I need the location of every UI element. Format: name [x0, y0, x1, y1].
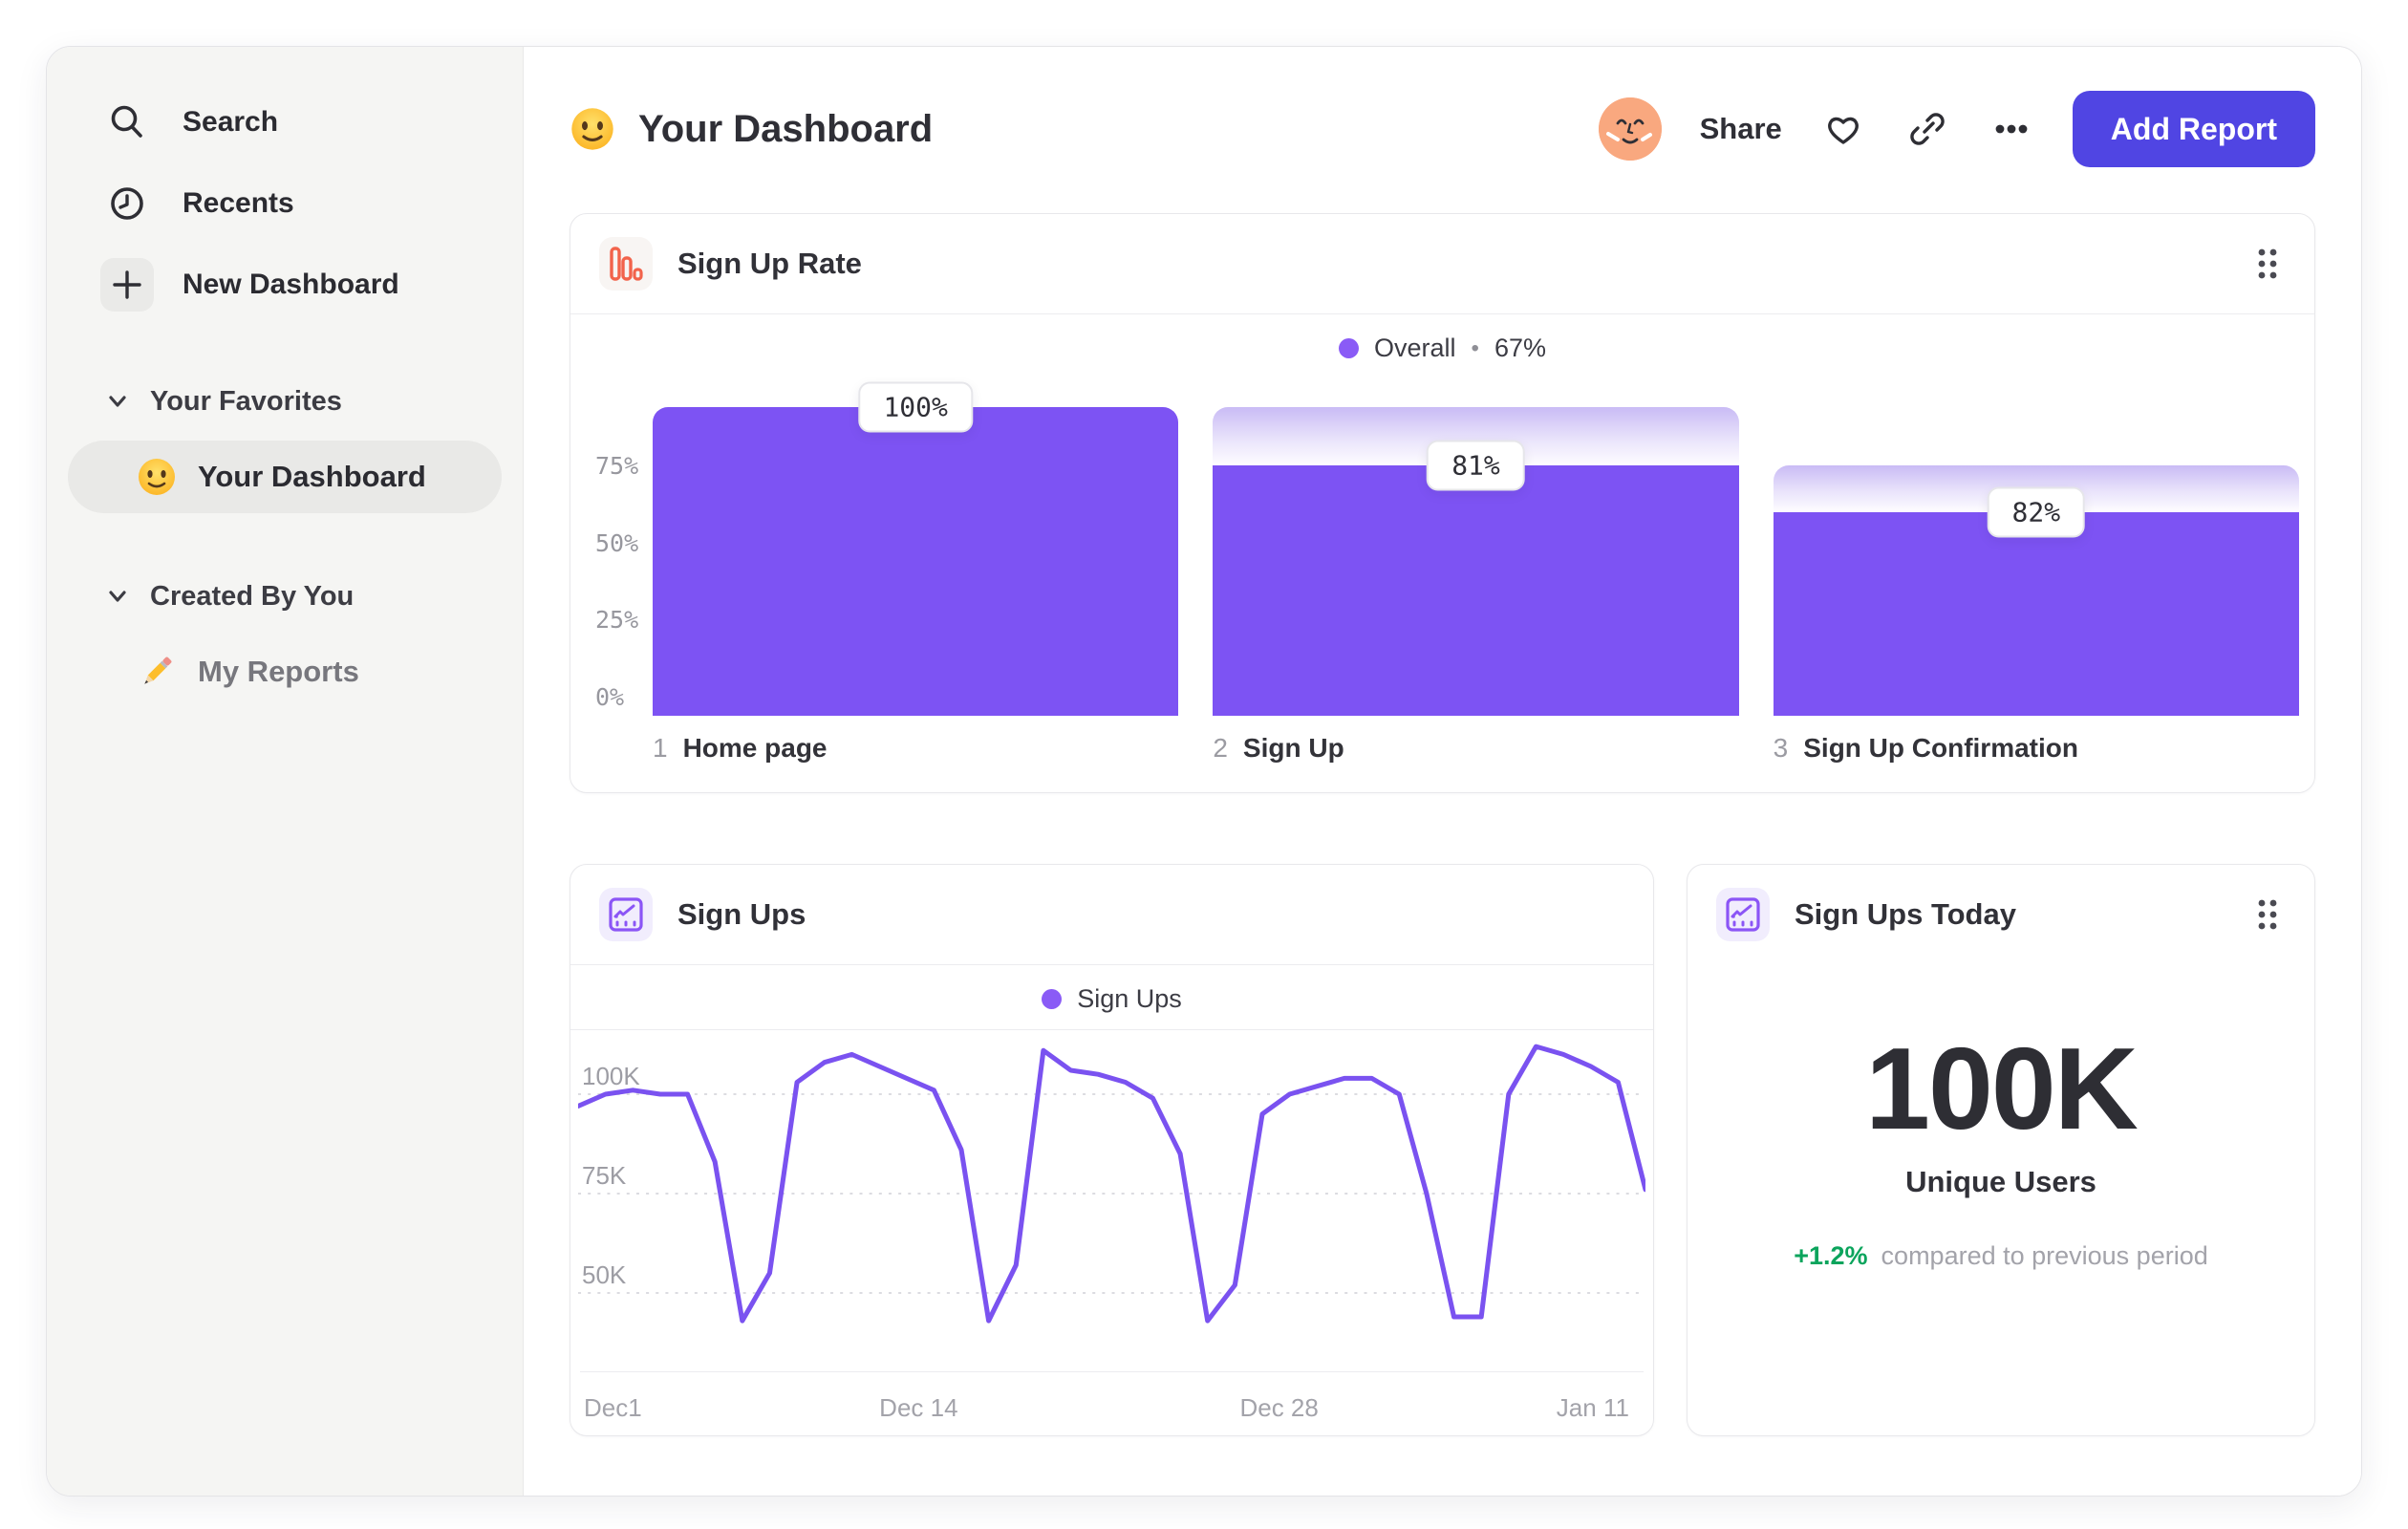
- bottom-row: Sign Ups Sign Ups 100K 75K 50K Dec1 Dec 14 D…: [570, 864, 2315, 1436]
- sidebar-item-label: New Dashboard: [183, 269, 399, 300]
- line-x-axis: Dec1 Dec 14 Dec 28 Jan 11: [584, 1382, 1640, 1435]
- funnel-step-label: 3 Sign Up Confirmation: [1773, 733, 2078, 763]
- funnel-converted-segment: [653, 407, 1179, 716]
- sidebar-item-label: Your Dashboard: [198, 460, 426, 493]
- line-legend[interactable]: Sign Ups: [570, 964, 1653, 1030]
- funnel-bar-step-3[interactable]: 82%: [1773, 407, 2299, 716]
- legend-separator: •: [1471, 334, 1479, 361]
- sidebar-item-new-dashboard[interactable]: New Dashboard: [62, 251, 507, 318]
- funnel-bar-step-1[interactable]: 100%: [653, 381, 1179, 716]
- metric-label: Unique Users: [1905, 1165, 2096, 1199]
- section-header-label: Your Favorites: [150, 385, 342, 417]
- funnel-x-axis: 1 Home page 2 Sign Up 3 Sign Up Confirmation: [653, 733, 2299, 792]
- x-axis-line: [580, 1371, 1644, 1372]
- funnel-value-tooltip: 81%: [1427, 440, 1525, 491]
- card-header: Sign Up Rate: [570, 214, 2314, 313]
- chevron-down-icon: [106, 585, 129, 608]
- legend-dot: [1042, 989, 1063, 1009]
- sidebar-item-label: Recents: [183, 187, 294, 219]
- bar-chart-icon: [599, 237, 653, 291]
- sign-up-rate-card: Sign Up Rate Overall • 67% 75% 50% 25% 0% 1…: [570, 213, 2315, 793]
- drag-handle-icon[interactable]: [2249, 892, 2286, 937]
- search-icon: [100, 96, 154, 149]
- card-title: Sign Ups: [677, 897, 806, 931]
- sidebar: Search Recents New Dashboard Your Favori…: [47, 47, 524, 1496]
- funnel-chart: 75% 50% 25% 0% 100% 81% 82%: [586, 381, 2299, 716]
- funnel-y-tick: 0%: [595, 683, 625, 711]
- created-by-you-section-header[interactable]: Created By You: [47, 572, 523, 620]
- funnel-y-tick: 25%: [595, 606, 639, 635]
- funnel-legend[interactable]: Overall • 67%: [570, 313, 2314, 378]
- smiley-emoji-icon: [137, 457, 177, 497]
- sidebar-item-your-dashboard[interactable]: Your Dashboard: [68, 441, 502, 513]
- line-x-tick: Dec1: [584, 1393, 642, 1422]
- sidebar-section-favorites: Your Favorites Your Dashboard: [47, 377, 523, 513]
- user-avatar[interactable]: [1598, 97, 1662, 161]
- add-report-button[interactable]: Add Report: [2072, 91, 2315, 167]
- funnel-converted-segment: [1213, 465, 1739, 716]
- sidebar-item-label: My Reports: [198, 655, 359, 688]
- line-chart-icon: [1716, 888, 1770, 941]
- line-chart-icon: [599, 888, 653, 941]
- delta-text: compared to previous period: [1881, 1241, 2208, 1271]
- chevron-down-icon: [106, 390, 129, 413]
- funnel-bar-step-2[interactable]: 81%: [1213, 407, 1739, 716]
- card-header: Sign Ups Today: [1688, 865, 2314, 964]
- header-actions: Share Add Report: [1598, 91, 2315, 167]
- section-header-label: Created By You: [150, 580, 355, 612]
- drag-handle-icon[interactable]: [2249, 241, 2286, 287]
- sidebar-item-recents[interactable]: Recents: [62, 170, 507, 237]
- smiley-emoji-icon: [570, 106, 615, 152]
- sign-ups-today-card: Sign Ups Today 100K Unique Users +1.2% c…: [1687, 864, 2315, 1436]
- app-window: Search Recents New Dashboard Your Favori…: [46, 46, 2362, 1497]
- funnel-step-label: 2 Sign Up: [1213, 733, 1344, 763]
- line-x-tick: Jan 11: [1556, 1393, 1629, 1422]
- funnel-value-tooltip: 100%: [858, 381, 973, 433]
- page-title-text: Your Dashboard: [638, 107, 934, 150]
- metric-value: 100K: [1865, 1023, 2139, 1153]
- favorite-heart-icon[interactable]: [1820, 106, 1866, 152]
- sign-ups-card: Sign Ups Sign Ups 100K 75K 50K Dec1 Dec 14 D…: [570, 864, 1654, 1436]
- line-x-tick: Dec 14: [879, 1393, 958, 1422]
- legend-dot: [1339, 338, 1359, 358]
- line-x-tick: Dec 28: [1239, 1393, 1319, 1422]
- funnel-y-tick: 50%: [595, 528, 639, 557]
- signups-line-chart: [578, 1044, 1645, 1324]
- page-title: Your Dashboard: [570, 106, 933, 152]
- card-header: Sign Ups: [570, 865, 1653, 964]
- line-chart: 100K 75K 50K: [578, 1030, 1645, 1360]
- pencil-emoji-icon: [137, 652, 177, 692]
- sidebar-section-created-by-you: Created By You My Reports: [47, 572, 523, 708]
- copy-link-icon[interactable]: [1904, 106, 1950, 152]
- plus-icon: [100, 258, 154, 312]
- main-content: Your Dashboard Share Add Report Sign Up …: [524, 47, 2361, 1496]
- share-button[interactable]: Share: [1700, 112, 1782, 146]
- card-title: Sign Up Rate: [677, 247, 862, 280]
- clock-icon: [100, 177, 154, 230]
- more-options-icon[interactable]: [1989, 106, 2034, 152]
- card-title: Sign Ups Today: [1795, 897, 2016, 931]
- favorites-section-header[interactable]: Your Favorites: [47, 377, 523, 425]
- metric-body: 100K Unique Users +1.2% compared to prev…: [1688, 964, 2314, 1435]
- funnel-step-label: 1 Home page: [653, 733, 828, 763]
- page-header: Your Dashboard Share Add Report: [570, 91, 2315, 167]
- legend-value: 67%: [1494, 334, 1546, 362]
- funnel-converted-segment: [1773, 511, 2299, 716]
- legend-label: Sign Ups: [1077, 984, 1182, 1013]
- metric-delta: +1.2% compared to previous period: [1794, 1241, 2208, 1271]
- funnel-bars: 100% 81% 82%: [653, 381, 2299, 716]
- sidebar-item-my-reports[interactable]: My Reports: [68, 635, 502, 708]
- sidebar-item-search[interactable]: Search: [62, 89, 507, 156]
- delta-value: +1.2%: [1794, 1241, 1868, 1271]
- legend-label: Overall: [1374, 334, 1456, 362]
- funnel-y-tick: 75%: [595, 451, 639, 480]
- funnel-value-tooltip: 82%: [1987, 486, 2086, 538]
- sidebar-item-label: Search: [183, 106, 279, 138]
